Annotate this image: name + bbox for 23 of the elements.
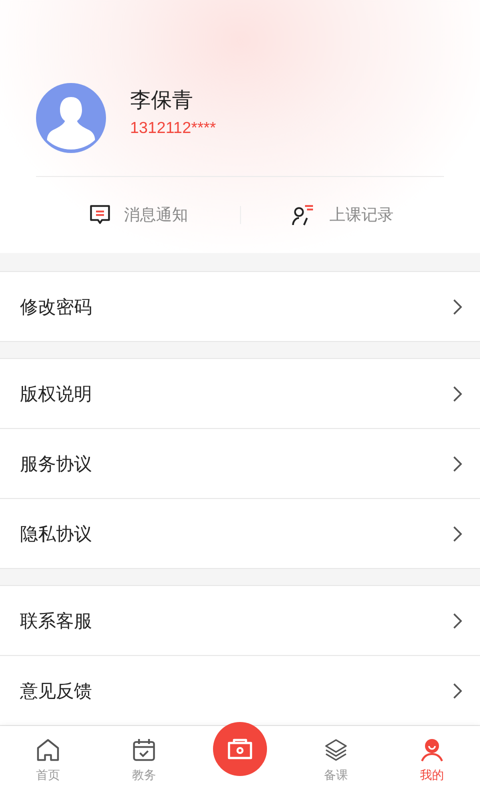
- layers-icon: [323, 737, 349, 763]
- calendar-icon: [131, 737, 157, 763]
- menu-item[interactable]: 修改密码: [0, 272, 480, 341]
- person-icon: [419, 737, 445, 763]
- menu-item[interactable]: 联系客服: [0, 586, 480, 655]
- tab[interactable]: 我的: [384, 726, 480, 800]
- avatar: [36, 83, 106, 153]
- chevron-right-icon: [452, 298, 462, 314]
- camera-button[interactable]: [213, 722, 267, 776]
- home-icon: [35, 737, 61, 763]
- chevron-right-icon: [452, 386, 462, 402]
- chevron-right-icon: [452, 612, 462, 628]
- menu-item[interactable]: 版权说明: [0, 359, 480, 428]
- user-name: 李保青: [130, 87, 194, 114]
- quick-link[interactable]: 上课记录: [329, 204, 394, 226]
- menu-item[interactable]: 隐私协议: [0, 498, 480, 568]
- message-icon: [88, 203, 112, 227]
- camera-icon: [226, 737, 254, 761]
- chevron-right-icon: [452, 682, 462, 698]
- chevron-right-icon: [452, 526, 462, 542]
- menu-item[interactable]: 服务协议: [0, 428, 480, 498]
- chevron-right-icon: [452, 456, 462, 472]
- phone-number: 1312112****: [130, 120, 216, 138]
